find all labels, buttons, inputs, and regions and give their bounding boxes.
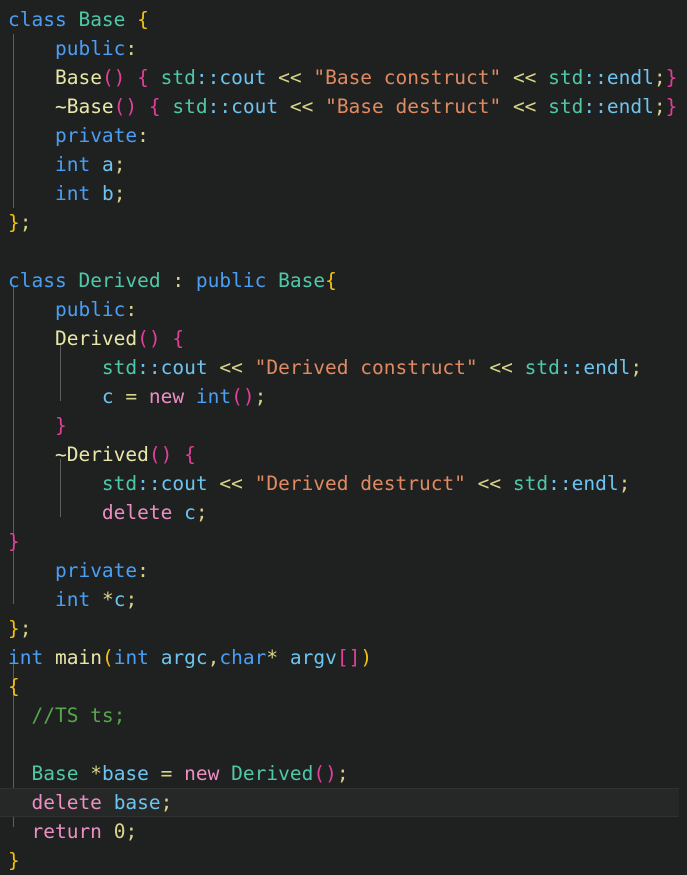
code-line[interactable]: return 0; bbox=[0, 817, 687, 846]
token-brace: } bbox=[8, 211, 20, 234]
token-type: Base bbox=[278, 269, 326, 292]
token-keyword: public bbox=[54, 37, 126, 60]
code-line[interactable]: ~Base() { std::cout << "Base destruct" <… bbox=[0, 92, 687, 121]
token-comment: //TS ts; bbox=[31, 704, 126, 727]
token-variable: argv bbox=[289, 646, 337, 669]
code-line-current[interactable]: delete base; bbox=[0, 788, 679, 817]
token-keyword-new: new bbox=[148, 385, 185, 408]
token-keyword-new: new bbox=[184, 762, 220, 785]
token-brace: } bbox=[8, 530, 20, 553]
code-line[interactable]: Derived() { bbox=[0, 324, 687, 353]
token-brace: { bbox=[325, 269, 337, 292]
code-line[interactable]: int *c; bbox=[0, 585, 687, 614]
code-line[interactable]: } bbox=[0, 527, 687, 556]
code-line[interactable]: } bbox=[0, 411, 687, 440]
code-line[interactable]: class Base { bbox=[0, 5, 687, 34]
token-keyword: class bbox=[8, 269, 67, 292]
code-line[interactable]: }; bbox=[0, 208, 687, 237]
code-editor[interactable]: class Base { public: Base() { std::cout … bbox=[0, 0, 687, 872]
token-variable: argc bbox=[160, 646, 208, 669]
token-keyword: int bbox=[54, 588, 91, 611]
code-line[interactable]: public: bbox=[0, 295, 687, 324]
code-line[interactable]: }; bbox=[0, 614, 687, 643]
token-variable: b bbox=[101, 182, 114, 205]
code-line-blank[interactable] bbox=[0, 237, 687, 266]
token-function: ~Base bbox=[54, 95, 114, 118]
token-variable: base bbox=[101, 762, 149, 785]
code-line[interactable]: int b; bbox=[0, 179, 687, 208]
token-brace: } bbox=[8, 617, 20, 640]
token-variable: a bbox=[101, 153, 114, 176]
token-keyword: int bbox=[54, 153, 91, 176]
code-line[interactable]: std::cout << "Derived destruct" << std::… bbox=[0, 469, 687, 498]
code-line[interactable]: ~Derived() { bbox=[0, 440, 687, 469]
token-brace: } bbox=[54, 414, 67, 437]
token-keyword: int bbox=[54, 182, 91, 205]
token-number: 0 bbox=[113, 820, 126, 843]
token-type: Derived bbox=[78, 269, 161, 292]
token-string: "Derived construct" bbox=[254, 356, 478, 379]
code-line[interactable]: Base() { std::cout << "Base construct" <… bbox=[0, 63, 687, 92]
token-keyword: class bbox=[8, 8, 67, 31]
token-variable: base bbox=[113, 791, 161, 814]
code-line[interactable]: private: bbox=[0, 121, 687, 150]
code-line[interactable]: int main(int argc,char* argv[]) bbox=[0, 643, 687, 672]
token-keyword: int bbox=[8, 646, 44, 669]
token-brace: { bbox=[172, 327, 185, 350]
code-line[interactable]: int a; bbox=[0, 150, 687, 179]
token-function-main: main bbox=[54, 646, 102, 669]
token-variable: c bbox=[113, 588, 126, 611]
token-variable: c bbox=[101, 385, 114, 408]
token-brace: { bbox=[137, 8, 149, 31]
token-keyword-delete: delete bbox=[31, 791, 102, 814]
token-string: "Base destruct" bbox=[325, 95, 502, 118]
token-brace: { bbox=[184, 443, 196, 466]
token-string: "Base construct" bbox=[313, 66, 502, 89]
code-line[interactable]: private: bbox=[0, 556, 687, 585]
code-line[interactable]: Base *base = new Derived(); bbox=[0, 759, 687, 788]
token-brace: } bbox=[8, 849, 20, 872]
code-line[interactable]: public: bbox=[0, 34, 687, 63]
code-line-blank[interactable] bbox=[0, 730, 687, 759]
code-line[interactable]: //TS ts; bbox=[0, 701, 687, 730]
code-line[interactable]: c = new int(); bbox=[0, 382, 687, 411]
token-keyword: public bbox=[195, 269, 267, 292]
token-type: Base bbox=[78, 8, 126, 31]
token-type: Derived bbox=[231, 762, 314, 785]
code-line[interactable]: delete c; bbox=[0, 498, 687, 527]
code-line[interactable]: { bbox=[0, 672, 687, 701]
code-line[interactable]: class Derived : public Base{ bbox=[0, 266, 687, 295]
code-line[interactable]: std::cout << "Derived construct" << std:… bbox=[0, 353, 687, 382]
code-lines[interactable]: class Base { public: Base() { std::cout … bbox=[0, 0, 687, 875]
token-string: "Derived destruct" bbox=[254, 472, 466, 495]
token-keyword-delete: delete bbox=[101, 501, 173, 524]
token-keyword: public bbox=[54, 298, 126, 321]
token-function: ~Derived bbox=[54, 443, 149, 466]
token-function: Base bbox=[54, 66, 102, 89]
token-function: Derived bbox=[54, 327, 138, 350]
token-variable: c bbox=[184, 501, 196, 524]
token-keyword: private bbox=[54, 124, 138, 147]
token-keyword: private bbox=[54, 559, 138, 582]
code-line[interactable]: } bbox=[0, 846, 687, 875]
token-brace: { bbox=[8, 675, 20, 698]
token-type: Base bbox=[31, 762, 79, 785]
token-keyword-return: return bbox=[31, 820, 102, 843]
